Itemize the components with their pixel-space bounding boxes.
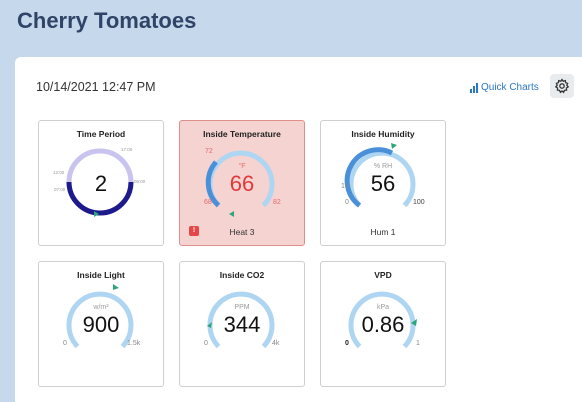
inside-co2-card[interactable]: Inside CO2 PPM 344 0 4k — [179, 261, 305, 387]
setpoint-label: 72 — [205, 148, 213, 155]
inside-light-card[interactable]: Inside Light w/m² 900 0 1.5k — [38, 261, 164, 387]
co2-value: 344 — [223, 312, 261, 337]
unit-label: w/m² — [93, 304, 109, 311]
unit-label: kPa — [376, 304, 390, 311]
unit-label: °F — [238, 163, 246, 170]
humidity-value: 56 — [370, 171, 396, 196]
inside-temperature-card[interactable]: Inside Temperature 72 °F 66 68 82 ! Heat… — [179, 120, 305, 246]
time-period-value: 2 — [94, 171, 108, 196]
timestamp: 10/14/2021 12:47 PM — [36, 80, 156, 94]
gear-icon — [554, 78, 570, 94]
temperature-value: 66 — [229, 171, 255, 196]
status-text: Heat 3 — [229, 227, 255, 237]
unit-label: PPM — [234, 304, 250, 311]
settings-button[interactable] — [550, 74, 574, 98]
min-label: 68 — [204, 199, 212, 206]
inside-humidity-card[interactable]: Inside Humidity 10 % RH 56 0 100 Hum 1 — [320, 120, 446, 246]
quick-charts-label: Quick Charts — [481, 82, 539, 93]
max-label: 1.5k — [127, 340, 141, 347]
bar-chart-icon — [470, 82, 478, 93]
max-label: 1 — [416, 340, 420, 347]
time-period-card[interactable]: Time Period 12:00 17:00 06:00 07:00 2 — [38, 120, 164, 246]
unit-label: % RH — [373, 163, 393, 170]
light-value: 900 — [82, 312, 120, 337]
min-label: 0 — [345, 340, 349, 347]
vpd-card[interactable]: VPD kPa 0.86 0 1 — [320, 261, 446, 387]
quick-charts-link[interactable]: Quick Charts — [470, 82, 539, 93]
dashboard-panel: 10/14/2021 12:47 PM Quick Charts Time Pe… — [15, 57, 582, 402]
min-label: 0 — [345, 199, 349, 206]
vpd-value: 0.86 — [361, 312, 405, 337]
min-label: 0 — [204, 340, 208, 347]
max-label: 82 — [273, 199, 281, 206]
min-label: 0 — [63, 340, 67, 347]
status-text: Hum 1 — [370, 227, 396, 237]
max-label: 100 — [413, 199, 425, 206]
page-title: Cherry Tomatoes — [17, 8, 197, 33]
max-label: 4k — [272, 340, 280, 347]
